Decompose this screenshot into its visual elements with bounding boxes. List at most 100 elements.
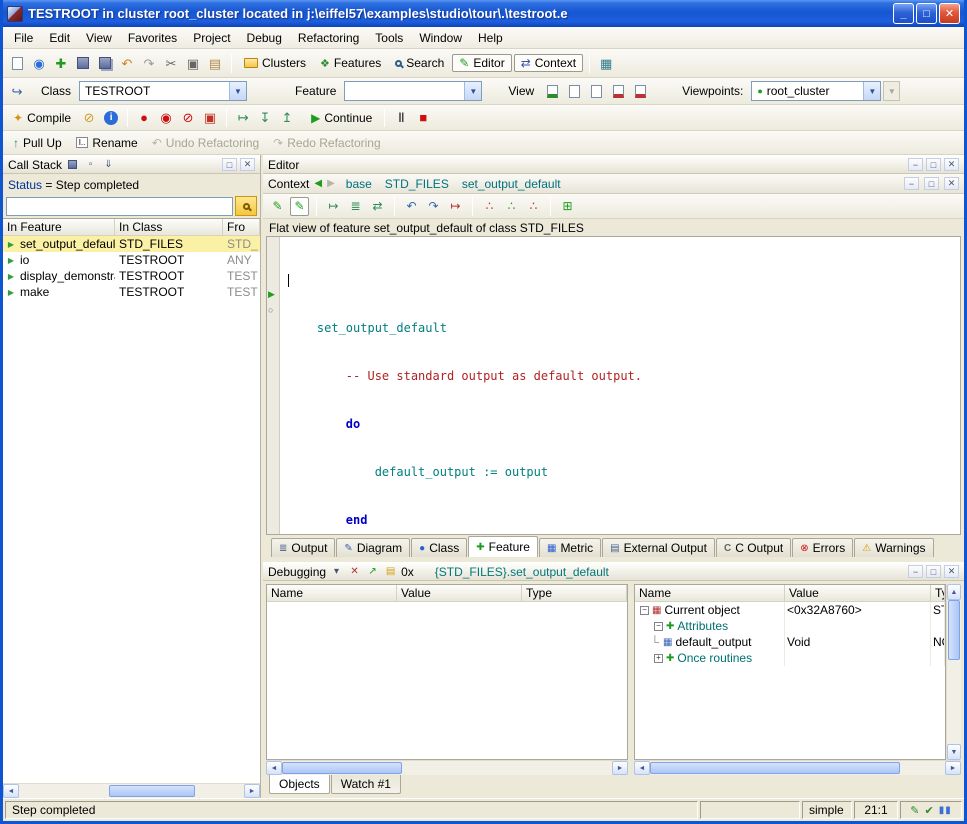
tab-output[interactable]: ≣Output [271, 538, 335, 557]
menu-view[interactable]: View [78, 29, 120, 47]
view-contract-icon[interactable] [630, 81, 650, 101]
menu-tools[interactable]: Tools [367, 29, 411, 47]
expand-icon[interactable]: + [654, 654, 663, 663]
panel-maximize-icon[interactable]: □ [222, 158, 237, 171]
call-stack-titlebar[interactable]: Call Stack ▫ ⇓ □ ✕ [3, 155, 260, 174]
class-combobox[interactable]: TESTROOT ▼ [79, 81, 247, 101]
paste-icon[interactable]: ▤ [205, 53, 225, 73]
scroll-right-icon[interactable]: ► [244, 784, 260, 798]
descendants-icon[interactable]: ∴ [502, 197, 521, 216]
chevron-down-icon[interactable]: ▼ [863, 82, 880, 100]
object-tree-row[interactable]: + ✚ Once routines [635, 650, 945, 666]
breadcrumb-cluster[interactable]: base [346, 177, 372, 191]
scroll-up-icon[interactable]: ▲ [947, 584, 961, 600]
save-stack-icon[interactable] [65, 158, 80, 171]
collapse-icon[interactable]: − [654, 622, 663, 631]
open-file-icon[interactable]: ◉ [29, 53, 49, 73]
scroll-thumb[interactable] [109, 785, 195, 797]
redo-icon[interactable]: ↷ [139, 53, 159, 73]
menu-help[interactable]: Help [470, 29, 511, 47]
call-stack-row[interactable]: ▶display_demonstrat... TESTROOT TEST [3, 268, 260, 284]
pull-up-button[interactable]: ↑ Pull Up [7, 134, 68, 152]
chevron-down-icon[interactable]: ▼ [229, 82, 246, 100]
panel-float-icon[interactable]: − [908, 158, 923, 171]
line-numbers-icon[interactable]: ≣ [346, 197, 365, 216]
tab-external-output[interactable]: ▤External Output [602, 538, 715, 557]
previous-result-icon[interactable]: ↶ [402, 197, 421, 216]
clients-icon[interactable]: ∴ [524, 197, 543, 216]
view-basic-icon[interactable] [564, 81, 584, 101]
code-line[interactable]: do [288, 416, 960, 432]
address-format-label[interactable]: 0x [401, 565, 414, 579]
close-button[interactable]: ✕ [939, 3, 960, 24]
save-all-icon[interactable] [95, 53, 115, 73]
scroll-left-icon[interactable]: ◄ [266, 761, 282, 775]
tab-feature[interactable]: ✚Feature [468, 536, 538, 557]
stack-pin-icon[interactable]: ⇓ [101, 158, 116, 171]
column-type[interactable]: Type [522, 585, 627, 601]
compile-button[interactable]: ✦ Compile [7, 109, 77, 127]
column-value[interactable]: Value [785, 585, 931, 601]
call-stack-row[interactable]: ▶make TESTROOT TEST [3, 284, 260, 300]
menu-project[interactable]: Project [185, 29, 238, 47]
close-debug-icon[interactable]: ✕ [347, 565, 362, 578]
tab-metric[interactable]: ▦Metric [539, 538, 601, 557]
clusters-button[interactable]: Clusters [238, 54, 312, 72]
panel-float-icon[interactable]: − [904, 177, 919, 190]
tab-watch-1[interactable]: Watch #1 [331, 775, 401, 794]
stack-window-icon[interactable]: ▫ [83, 158, 98, 171]
panel-float-icon[interactable]: − [908, 565, 923, 578]
code-text[interactable]: set_output_default -- Use standard outpu… [280, 237, 960, 534]
cut-icon[interactable]: ✂ [161, 53, 181, 73]
objects-hscrollbar[interactable]: ◄ ► [634, 760, 961, 775]
send-to-icon[interactable]: ↪ [7, 81, 27, 101]
scroll-thumb[interactable] [650, 762, 900, 774]
scroll-right-icon[interactable]: ► [612, 761, 628, 775]
menu-favorites[interactable]: Favorites [120, 29, 185, 47]
viewpoints-combobox[interactable]: ● root_cluster ▼ [751, 81, 881, 101]
breadcrumb-class[interactable]: STD_FILES [385, 177, 449, 191]
column-in-class[interactable]: In Class [115, 219, 223, 235]
watch-hscrollbar[interactable]: ◄ ► [266, 760, 628, 775]
objects-vscrollbar[interactable]: ▲ ▼ [946, 584, 961, 760]
call-stack-hscrollbar[interactable]: ◄ ► [3, 783, 260, 798]
code-line[interactable]: end [288, 512, 960, 528]
scroll-thumb[interactable] [948, 600, 960, 660]
cancel-compile-icon[interactable]: ⊘ [79, 108, 99, 128]
panel-close-icon[interactable]: ✕ [240, 158, 255, 171]
continue-button[interactable]: ▶ Continue [305, 109, 378, 127]
menu-debug[interactable]: Debug [239, 29, 290, 47]
raise-grab-icon[interactable]: ↗ [365, 565, 380, 578]
breakpoint-margin[interactable]: ▶ ○ [267, 237, 280, 534]
menu-refactoring[interactable]: Refactoring [290, 29, 367, 47]
code-line[interactable]: set_output_default [288, 320, 960, 336]
column-value[interactable]: Value [397, 585, 522, 601]
scroll-left-icon[interactable]: ◄ [3, 784, 19, 798]
remove-breakpoints-icon[interactable]: ⊘ [178, 108, 198, 128]
breadcrumb-feature[interactable]: set_output_default [462, 177, 561, 191]
code-editor[interactable]: ▶ ○ set_output_default -- Use standard o… [266, 236, 961, 535]
check-status-icon[interactable]: ✔ [924, 804, 933, 817]
minimize-button[interactable]: _ [893, 3, 914, 24]
history-back-icon[interactable]: ◀ [314, 178, 322, 189]
feature-combobox[interactable]: ▼ [344, 81, 482, 101]
search-results-icon[interactable]: ↦ [446, 197, 465, 216]
rename-button[interactable]: I.. Rename [70, 134, 144, 152]
tab-objects[interactable]: Objects [269, 775, 330, 794]
view-editable-icon[interactable] [542, 81, 562, 101]
history-forward-icon[interactable]: ▶ [327, 178, 335, 189]
step-out-icon[interactable]: ↥ [277, 108, 297, 128]
context-toggle-button[interactable]: ⇄ Context [514, 54, 583, 72]
new-file-icon[interactable] [7, 53, 27, 73]
search-button[interactable]: Search [389, 54, 450, 72]
copy-icon[interactable]: ▣ [183, 53, 203, 73]
menu-edit[interactable]: Edit [41, 29, 78, 47]
panel-maximize-icon[interactable]: □ [926, 565, 941, 578]
info-icon[interactable]: i [101, 108, 121, 128]
undo-icon[interactable]: ↶ [117, 53, 137, 73]
object-tree-row[interactable]: − ✚ Attributes [635, 618, 945, 634]
edit-status-icon[interactable]: ✎ [910, 804, 919, 817]
column-in-feature[interactable]: In Feature [3, 219, 115, 235]
tab-class[interactable]: ●Class [411, 538, 467, 557]
column-from[interactable]: Fro [223, 219, 260, 235]
